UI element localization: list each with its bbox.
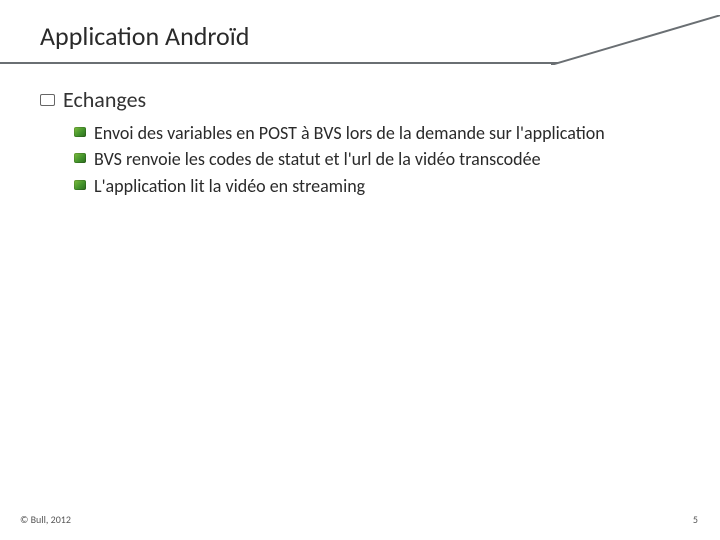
square-bullet-icon bbox=[74, 180, 86, 190]
slide-title: Application Androïd bbox=[40, 20, 249, 52]
list-item-text: Envoi des variables en POST à BVS lors d… bbox=[94, 121, 605, 145]
section-heading-row: Echanges bbox=[40, 86, 680, 113]
list-item: L'application lit la vidéo en streaming bbox=[74, 174, 680, 198]
list-item-text: L'application lit la vidéo en streaming bbox=[94, 174, 365, 198]
square-bullet-icon bbox=[74, 127, 86, 137]
footer-page-number: 5 bbox=[693, 513, 698, 526]
list-item: BVS renvoie les codes de statut et l'url… bbox=[74, 147, 680, 171]
hollow-box-bullet-icon bbox=[40, 94, 55, 106]
list-item: Envoi des variables en POST à BVS lors d… bbox=[74, 121, 680, 145]
footer-copyright: © Bull, 2012 bbox=[20, 513, 71, 526]
title-corner-accent bbox=[551, 15, 720, 65]
slide: Application Androïd Echanges Envoi des v… bbox=[0, 0, 720, 540]
title-underline bbox=[0, 62, 720, 64]
item-list: Envoi des variables en POST à BVS lors d… bbox=[74, 121, 680, 198]
section-heading: Echanges bbox=[63, 86, 146, 113]
square-bullet-icon bbox=[74, 153, 86, 163]
title-band: Application Androïd bbox=[0, 16, 720, 64]
list-item-text: BVS renvoie les codes de statut et l'url… bbox=[94, 147, 541, 171]
content-area: Echanges Envoi des variables en POST à B… bbox=[40, 80, 680, 200]
